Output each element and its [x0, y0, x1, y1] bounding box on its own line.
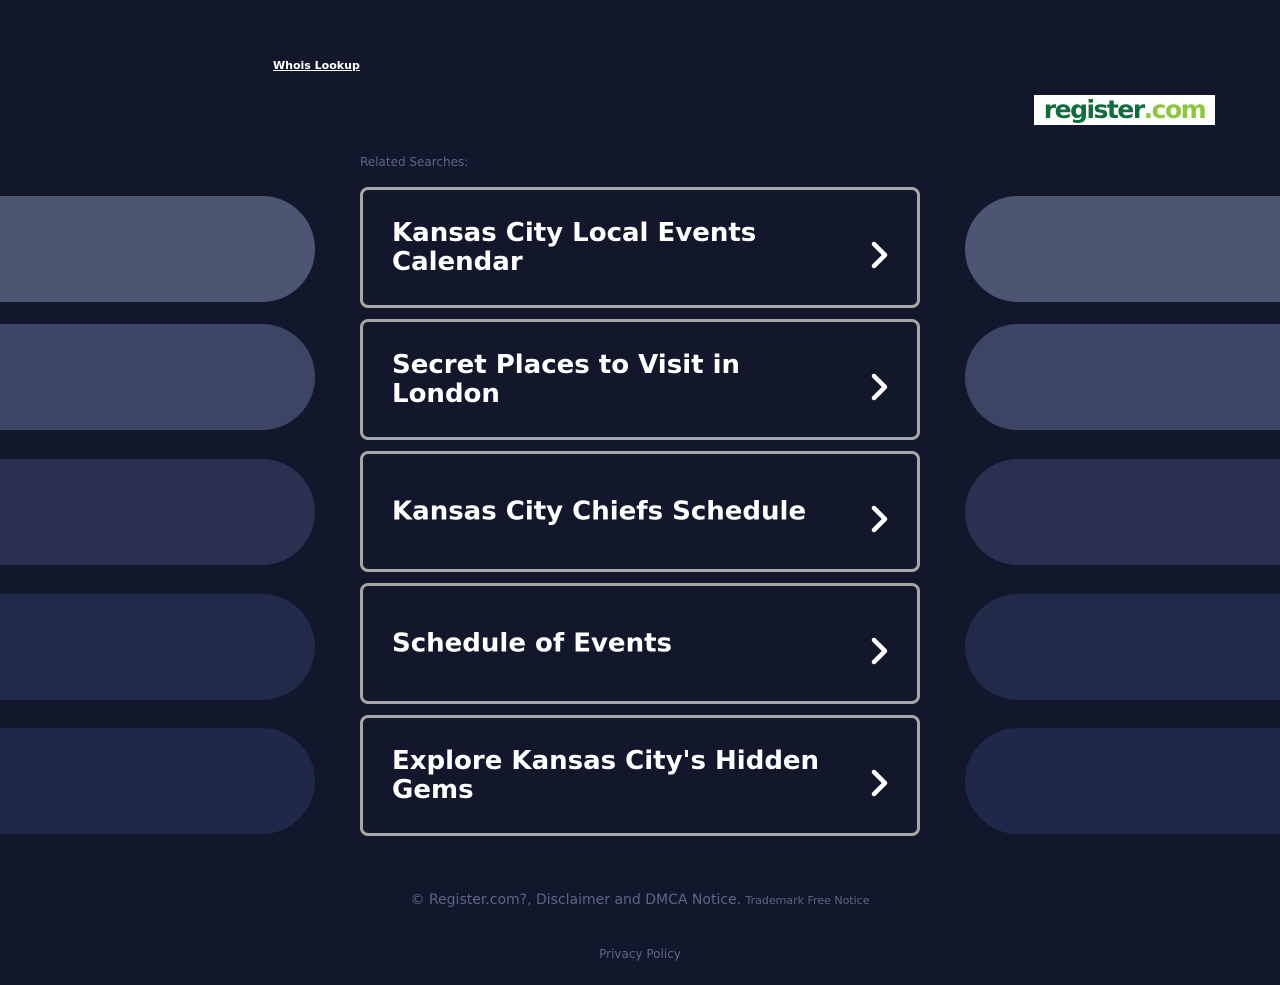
register-logo[interactable]: register .com — [1034, 95, 1215, 125]
decorative-pill-right — [965, 196, 1280, 302]
footer-copyright: © Register.com?, Disclaimer and DMCA Not… — [0, 892, 1280, 908]
decorative-pill-right — [965, 728, 1280, 834]
related-search-link-label: Schedule of Events — [392, 628, 672, 658]
decorative-pill-left — [0, 594, 315, 700]
copyright-text[interactable]: © Register.com?, Disclaimer and DMCA Not… — [411, 892, 742, 908]
chevron-right-icon — [871, 637, 888, 664]
related-search-link[interactable]: Explore Kansas City's Hidden Gems — [360, 715, 920, 836]
privacy-policy-link[interactable]: Privacy Policy — [0, 947, 1280, 961]
decorative-pill-left — [0, 459, 315, 565]
decorative-pill-right — [965, 324, 1280, 430]
page: Whois Lookup register .com Related Search… — [0, 0, 1280, 985]
related-search-link-label: Explore Kansas City's Hidden Gems — [392, 745, 820, 805]
whois-lookup-link[interactable]: Whois Lookup — [273, 59, 360, 72]
related-search-link[interactable]: Schedule of Events — [360, 583, 920, 704]
logo-main-text: register — [1043, 95, 1145, 124]
related-search-link[interactable]: Kansas City Local Events Calendar — [360, 187, 920, 308]
logo-tld-text: .com — [1143, 95, 1207, 124]
decorative-pill-right — [965, 459, 1280, 565]
decorative-pill-left — [0, 324, 315, 430]
related-search-link[interactable]: Kansas City Chiefs Schedule — [360, 451, 920, 572]
related-search-link-label: Secret Places to Visit in London — [392, 349, 741, 409]
related-search-link-label: Kansas City Local Events Calendar — [392, 217, 757, 277]
chevron-right-icon — [871, 505, 888, 532]
related-searches-label: Related Searches: — [360, 155, 469, 169]
related-search-link[interactable]: Secret Places to Visit in London — [360, 319, 920, 440]
chevron-right-icon — [871, 241, 888, 268]
chevron-right-icon — [871, 769, 888, 796]
decorative-pill-left — [0, 728, 315, 834]
decorative-pill-right — [965, 594, 1280, 700]
related-search-link-label: Kansas City Chiefs Schedule — [392, 496, 807, 526]
decorative-pill-left — [0, 196, 315, 302]
chevron-right-icon — [871, 373, 888, 400]
trademark-notice-link[interactable]: Trademark Free Notice — [746, 894, 870, 907]
